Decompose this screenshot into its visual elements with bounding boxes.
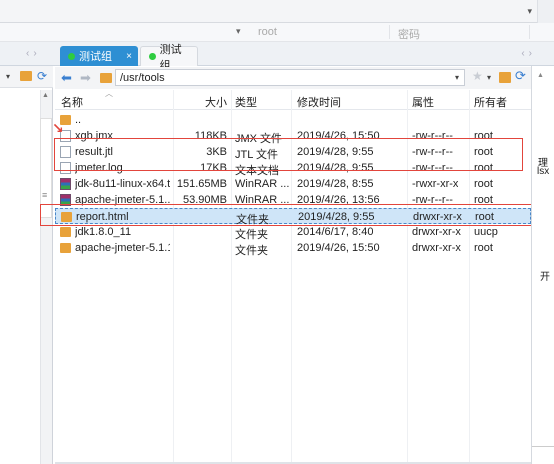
- close-icon[interactable]: ×: [126, 51, 132, 62]
- grip-icon: ≡: [42, 190, 48, 200]
- file-owner: root: [474, 178, 493, 190]
- file-name: jdk1.8.0_11: [75, 226, 132, 238]
- tab-session-active[interactable]: 测试组 ×: [60, 46, 138, 66]
- column-header-owner[interactable]: 所有者: [474, 94, 507, 110]
- connected-status-icon: [149, 53, 156, 60]
- column-header-perm[interactable]: 属性: [412, 94, 434, 110]
- file-row[interactable]: jdk1.8.0_11 文件夹 2014/6/17, 8:40 drwxr-xr-x u…: [55, 224, 531, 241]
- file-permissions: drwxr-xr-x: [412, 242, 461, 254]
- chevron-down-icon[interactable]: ▾: [487, 73, 491, 82]
- scrollbar[interactable]: [537, 0, 554, 23]
- side-text: lsx: [537, 166, 550, 177]
- chevron-down-icon[interactable]: ▾: [6, 72, 10, 81]
- file-permissions: drwxr-xr-x: [412, 226, 461, 238]
- column-header-size[interactable]: 大小: [205, 94, 227, 110]
- highlight-box: [40, 204, 541, 226]
- file-name: ..: [75, 114, 82, 126]
- forward-arrow-icon[interactable]: ➡: [80, 70, 91, 86]
- file-owner: root: [474, 242, 493, 254]
- folder-icon: [100, 73, 112, 83]
- column-header-type[interactable]: 类型: [235, 94, 257, 110]
- scroll-up-icon[interactable]: ▲: [537, 72, 544, 79]
- connection-bar: ▾ root 密码: [0, 23, 554, 42]
- tab-scroll-arrows-left-icon[interactable]: ‹›: [26, 48, 41, 59]
- local-pane: ▾ ⟳ ▲ ≡: [0, 66, 53, 464]
- path-input[interactable]: /usr/tools: [115, 69, 465, 86]
- highlight-box: [54, 138, 523, 171]
- side-text: 开: [540, 272, 550, 283]
- folder-icon[interactable]: [20, 71, 32, 81]
- archive-icon: [60, 178, 71, 190]
- folder-icon: [60, 227, 71, 237]
- remote-path-bar: ⬅ ➡ /usr/tools ▾ ★ ▾ ⟳: [55, 67, 531, 89]
- file-mtime: 2019/4/26, 15:50: [297, 242, 380, 254]
- file-mtime: 2019/4/28, 8:55: [297, 178, 374, 190]
- back-arrow-icon[interactable]: ⬅: [61, 70, 72, 86]
- file-type: 文件夹: [235, 245, 268, 257]
- tab-scroll-arrows-right-icon[interactable]: ‹›: [521, 48, 536, 59]
- file-type: WinRAR ...: [235, 178, 290, 190]
- file-name: apache-jmeter-5.1.1: [75, 242, 170, 254]
- file-permissions: -rwxr-xr-x: [412, 178, 459, 190]
- bookmark-star-icon[interactable]: ★: [472, 69, 483, 83]
- folder-icon: [60, 243, 71, 253]
- session-tab-bar: ‹› 测试组 × 测试组 ‹›: [0, 42, 554, 72]
- annotation-arrow-icon: ↘: [52, 120, 64, 136]
- connected-status-icon: [68, 52, 75, 60]
- column-header-mtime[interactable]: 修改时间: [297, 94, 341, 110]
- tab-label: 测试组: [79, 51, 112, 63]
- username-field[interactable]: root: [258, 26, 277, 38]
- chevron-down-icon[interactable]: ▾: [527, 6, 532, 17]
- password-field[interactable]: 密码: [398, 26, 420, 42]
- scrollbar-thumb[interactable]: [40, 118, 52, 218]
- refresh-icon[interactable]: ⟳: [37, 69, 47, 83]
- file-size: 151.65MB: [176, 178, 227, 190]
- window-top-bar: ▾: [0, 0, 554, 23]
- scroll-up-icon[interactable]: ▲: [42, 92, 49, 99]
- list-header: ︿ 名称 大小 类型 修改时间 属性 所有者: [55, 89, 531, 464]
- refresh-icon[interactable]: ⟳: [515, 68, 526, 84]
- file-name: jdk-8u11-linux-x64.t...: [75, 178, 170, 190]
- file-mtime: 2014/6/17, 8:40: [297, 226, 374, 238]
- file-row[interactable]: ..: [55, 112, 531, 128]
- divider: [532, 446, 554, 447]
- chevron-down-icon[interactable]: ▾: [455, 73, 459, 82]
- file-row[interactable]: jdk-8u11-linux-x64.t... 151.65MB WinRAR ..…: [55, 176, 531, 192]
- right-side-panel: ▲ 理 lsx 开: [531, 66, 554, 464]
- sort-indicator-icon: ︿: [105, 89, 113, 98]
- file-owner: uucp: [474, 226, 498, 238]
- chevron-down-icon[interactable]: ▾: [236, 26, 241, 37]
- local-toolbar: ▾ ⟳: [0, 66, 53, 88]
- file-row[interactable]: apache-jmeter-5.1.1 文件夹 2019/4/26, 15:50 dr…: [55, 240, 531, 257]
- column-header-name[interactable]: 名称: [61, 94, 83, 110]
- home-folder-icon[interactable]: [499, 72, 511, 83]
- tab-session[interactable]: 测试组: [140, 44, 198, 72]
